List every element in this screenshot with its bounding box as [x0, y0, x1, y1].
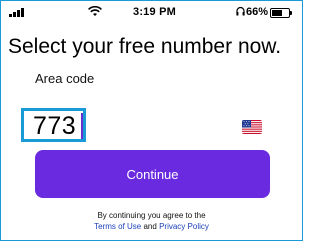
page-title: Select your free number now.: [8, 35, 282, 58]
legal-links-line: Terms of Use and Privacy Policy: [0, 221, 303, 232]
continue-button[interactable]: Continue: [35, 150, 270, 198]
privacy-policy-link[interactable]: Privacy Policy: [159, 222, 209, 231]
text-caret: [81, 113, 83, 139]
area-code-label: Area code: [35, 71, 95, 86]
battery-icon: [270, 8, 292, 18]
terms-of-use-link[interactable]: Terms of Use: [94, 222, 141, 231]
headphones-icon: [236, 6, 245, 16]
status-bar: 3:19 PM 66%: [0, 0, 303, 24]
legal-notice: By continuing you agree to the Terms of …: [0, 210, 303, 232]
legal-conjunction: and: [143, 222, 157, 231]
signal-icon: [9, 8, 24, 17]
area-code-value[interactable]: 773: [33, 112, 76, 141]
status-time: 3:19 PM: [133, 6, 176, 18]
legal-prefix: By continuing you agree to the: [97, 211, 206, 220]
us-flag-icon[interactable]: [242, 120, 262, 134]
wifi-icon: [88, 6, 102, 16]
battery-percentage: 66%: [246, 6, 269, 18]
